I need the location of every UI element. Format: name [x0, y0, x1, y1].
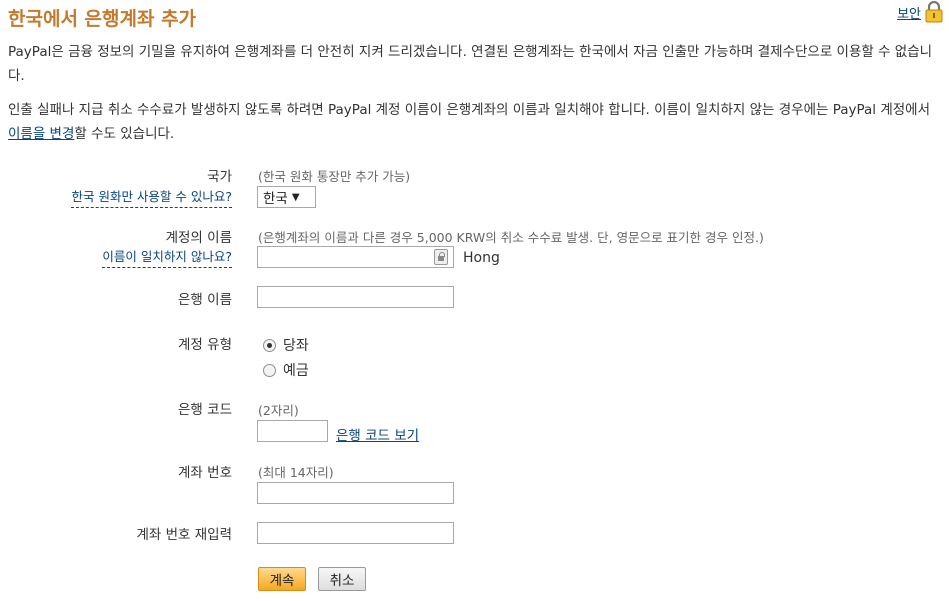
account-type-savings-label: 예금	[283, 363, 309, 379]
security-area: 보안	[897, 0, 943, 24]
continue-button[interactable]: 계속	[258, 567, 306, 591]
radio-unchecked-icon[interactable]	[263, 363, 276, 377]
account-type-checking-label: 당좌	[283, 338, 309, 354]
account-name-help-link[interactable]: 이름이 일치하지 않나요?	[102, 246, 232, 268]
account-number-confirm-input[interactable]	[257, 522, 454, 544]
bank-code-hint: (2자리)	[258, 403, 299, 418]
keyboard-icon	[434, 249, 448, 265]
account-type-savings-option[interactable]: 예금	[263, 360, 309, 380]
account-number-hint: (최대 14자리)	[258, 465, 334, 480]
cancel-button[interactable]: 취소	[318, 567, 366, 591]
name-match-text: 인출 실패나 지급 취소 수수료가 발생하지 않도록 하려면 PayPal 계정…	[8, 102, 931, 118]
name-match-paragraph: 인출 실패나 지급 취소 수수료가 발생하지 않도록 하려면 PayPal 계정…	[8, 98, 943, 146]
security-link[interactable]: 보안	[897, 3, 921, 22]
account-surname: Hong	[463, 250, 500, 266]
change-name-link[interactable]: 이름을 변경	[8, 126, 74, 142]
country-hint: (한국 원화 통장만 추가 가능)	[258, 169, 411, 184]
country-label: 국가	[207, 169, 232, 185]
account-number-input[interactable]	[257, 482, 454, 504]
country-select[interactable]: 한국 ▼	[257, 186, 316, 208]
country-help-link[interactable]: 한국 원화만 사용할 수 있나요?	[71, 186, 232, 208]
account-name-label: 계정의 이름	[165, 230, 232, 246]
account-name-hint: (은행계좌의 이름과 다른 경우 5,000 KRW의 취소 수수료 발생. 단…	[258, 230, 764, 245]
lock-icon	[925, 1, 943, 23]
bank-name-label: 은행 이름	[178, 292, 232, 308]
radio-checked-icon[interactable]	[263, 338, 276, 352]
intro-paragraph: PayPal은 금융 정보의 기밀을 유지하여 은행계좌를 더 안전히 지켜 드…	[8, 44, 933, 84]
account-type-label: 계정 유형	[178, 337, 232, 353]
view-bank-codes-link[interactable]: 은행 코드 보기	[336, 424, 419, 444]
name-match-text-end: 할 수도 있습니다.	[74, 126, 175, 142]
country-selected-value: 한국	[263, 191, 288, 207]
account-number-confirm-label: 계좌 번호 재입력	[136, 527, 232, 543]
dropdown-arrow-icon: ▼	[291, 191, 300, 203]
bank-code-label: 은행 코드	[178, 402, 232, 418]
account-name-input[interactable]	[257, 246, 454, 268]
account-number-label: 계좌 번호	[178, 465, 232, 481]
bank-code-input[interactable]	[257, 420, 328, 442]
account-type-checking-option[interactable]: 당좌	[263, 335, 309, 355]
page-title: 한국에서 은행계좌 추가	[8, 8, 197, 30]
bank-name-input[interactable]	[257, 286, 454, 308]
